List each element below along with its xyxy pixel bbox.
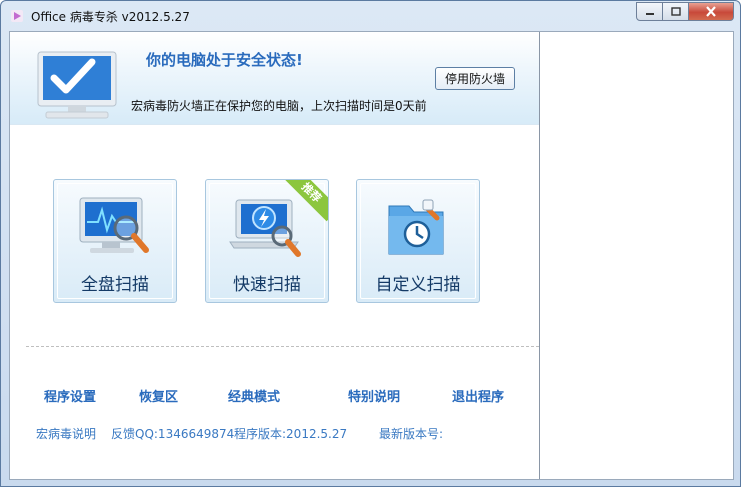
- minimize-button[interactable]: [636, 2, 663, 21]
- disable-firewall-button[interactable]: 停用防火墙: [435, 67, 515, 90]
- client-area: 你的电脑处于安全状态! 停用防火墙 宏病毒防火墙正在保护您的电脑，上次扫描时间是…: [9, 31, 734, 480]
- maximize-icon: [670, 7, 681, 16]
- close-button[interactable]: [689, 2, 734, 21]
- app-logo-icon: [11, 10, 23, 22]
- main-pane: 你的电脑处于安全状态! 停用防火墙 宏病毒防火墙正在保护您的电脑，上次扫描时间是…: [10, 32, 539, 479]
- close-icon: [706, 6, 716, 17]
- program-version: 程序版本:2012.5.27: [234, 427, 348, 441]
- quick-scan-label: 快速扫描: [233, 275, 301, 295]
- function-links: 程序设置 恢复区 经典模式 特别说明 退出程序: [10, 386, 539, 405]
- settings-link[interactable]: 程序设置: [44, 386, 96, 405]
- footer-info: 宏病毒说明 反馈QQ:1346649874 程序版本:2012.5.27 最新版…: [10, 425, 539, 441]
- latest-version: 最新版本号:: [379, 427, 444, 441]
- full-scan-label: 全盘扫描: [81, 275, 149, 295]
- full-scan-monitor-icon: [79, 197, 149, 253]
- maximize-button[interactable]: [663, 2, 689, 21]
- quarantine-link[interactable]: 恢复区: [139, 386, 178, 405]
- status-banner: 你的电脑处于安全状态! 停用防火墙 宏病毒防火墙正在保护您的电脑，上次扫描时间是…: [10, 32, 539, 125]
- minimize-icon: [645, 12, 654, 15]
- special-notes-link[interactable]: 特别说明: [348, 386, 400, 405]
- feedback-qq: 反馈QQ:1346649874: [111, 427, 235, 441]
- custom-scan-label: 自定义扫描: [375, 275, 461, 295]
- security-status: 你的电脑处于安全状态!: [146, 51, 303, 69]
- safe-monitor-icon: [37, 51, 117, 119]
- side-panel: [539, 32, 733, 479]
- classic-mode-link[interactable]: 经典模式: [228, 386, 280, 405]
- quick-scan-laptop-icon: [229, 199, 301, 257]
- custom-scan-button[interactable]: 自定义扫描: [356, 179, 480, 303]
- exit-program-link[interactable]: 退出程序: [452, 386, 504, 405]
- quick-scan-button[interactable]: 推荐 快速扫描: [205, 179, 329, 303]
- window-controls: [636, 2, 734, 21]
- full-scan-button[interactable]: 全盘扫描: [53, 179, 177, 303]
- section-divider: [26, 346, 539, 347]
- window-title: Office 病毒专杀 v2012.5.27: [31, 10, 190, 24]
- custom-scan-folder-icon: [388, 199, 444, 255]
- protection-info: 宏病毒防火墙正在保护您的电脑，上次扫描时间是0天前: [131, 99, 427, 113]
- macro-virus-info-link[interactable]: 宏病毒说明: [36, 425, 96, 442]
- app-window: Office 病毒专杀 v2012.5.27 你的电脑处于安全状态! 停用防火墙…: [0, 0, 741, 487]
- title-bar[interactable]: Office 病毒专杀 v2012.5.27: [1, 1, 740, 31]
